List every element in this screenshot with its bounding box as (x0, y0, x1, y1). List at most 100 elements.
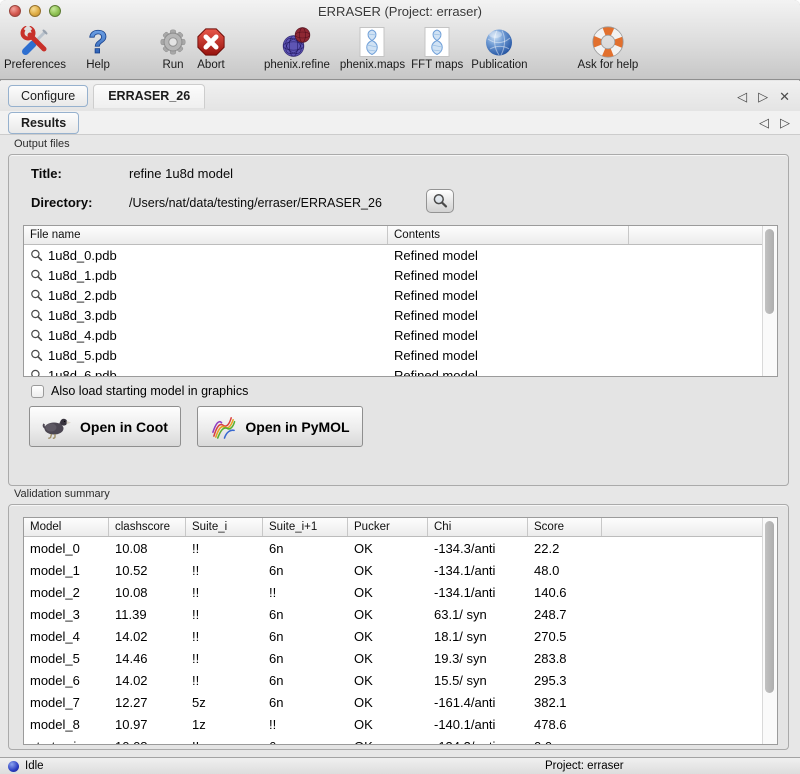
file-row[interactable]: 1u8d_5.pdb Refined model (24, 345, 762, 365)
file-table-scrollbar[interactable] (762, 226, 777, 376)
pucker-cell: OK (348, 717, 428, 732)
suite-i-cell: !! (186, 607, 263, 622)
validation-row[interactable]: model_0 10.08 !! 6n OK -134.3/anti 22.2 (24, 537, 762, 559)
tab-results[interactable]: Results (8, 112, 79, 134)
suite-i-cell: !! (186, 651, 263, 666)
clashscore-cell: 10.08 (109, 541, 186, 556)
file-name: 1u8d_4.pdb (48, 328, 117, 343)
validation-row[interactable]: model_1 10.52 !! 6n OK -134.1/anti 48.0 (24, 559, 762, 581)
toolbar-button-ask-for-help[interactable]: Ask for help (578, 24, 639, 71)
output-files-table-header: File nameContents (24, 226, 777, 245)
load-starting-model-checkbox[interactable] (31, 385, 44, 398)
column-header[interactable]: Suite_i (186, 518, 263, 536)
score-cell: 22.2 (528, 541, 602, 556)
tab-configure[interactable]: Configure (8, 85, 88, 107)
validation-row[interactable]: model_4 14.02 !! 6n OK 18.1/ syn 270.5 (24, 625, 762, 647)
file-row[interactable]: 1u8d_4.pdb Refined model (24, 325, 762, 345)
clashscore-cell: 10.08 (109, 739, 186, 746)
file-name: 1u8d_6.pdb (48, 368, 117, 378)
toolbar-button-phenix-refine[interactable]: phenix.refine (264, 24, 330, 71)
score-cell: 382.1 (528, 695, 602, 710)
validation-row[interactable]: model_8 10.97 1z !! OK -140.1/anti 478.6 (24, 713, 762, 735)
pymol-ribbon-icon (210, 413, 237, 440)
score-cell: 295.3 (528, 673, 602, 688)
toolbar-button-preferences[interactable]: Preferences (4, 24, 66, 71)
validation-row[interactable]: model_5 14.46 !! 6n OK 19.3/ syn 283.8 (24, 647, 762, 669)
validation-row[interactable]: model_2 10.08 !! !! OK -134.1/anti 140.6 (24, 581, 762, 603)
chi-cell: 63.1/ syn (428, 607, 528, 622)
column-header[interactable]: clashscore (109, 518, 186, 536)
suite-i1-cell: 6n (263, 607, 348, 622)
clashscore-cell: 14.02 (109, 673, 186, 688)
file-row[interactable]: 1u8d_2.pdb Refined model (24, 285, 762, 305)
tab-erraser-26[interactable]: ERRASER_26 (93, 84, 205, 109)
sub-tab-next-icon[interactable]: ▷ (780, 116, 790, 129)
toolbar-label: Help (86, 59, 110, 71)
suite-i1-cell: !! (263, 717, 348, 732)
validation-summary-label: Validation summary (14, 488, 110, 500)
toolbar-button-publication[interactable]: Publication (471, 24, 527, 71)
toolbar-label: phenix.refine (264, 59, 330, 71)
validation-row[interactable]: model_6 14.02 !! 6n OK 15.5/ syn 295.3 (24, 669, 762, 691)
toolbar-button-phenix-maps[interactable]: phenix.maps (340, 24, 405, 71)
question-mark-icon: ? (82, 24, 114, 59)
file-contents: Refined model (388, 368, 629, 378)
open-in-coot-button[interactable]: Open in Coot (29, 406, 181, 447)
browse-directory-button[interactable] (426, 189, 454, 213)
chi-cell: -134.1/anti (428, 563, 528, 578)
pucker-cell: OK (348, 673, 428, 688)
file-contents: Refined model (388, 328, 629, 343)
score-cell: 0.0 (528, 739, 602, 746)
validation-table-scrollbar[interactable] (762, 518, 777, 744)
file-row[interactable]: 1u8d_6.pdb Refined model (24, 365, 762, 377)
file-row[interactable]: 1u8d_1.pdb Refined model (24, 265, 762, 285)
pucker-cell: OK (348, 541, 428, 556)
column-header[interactable]: Model (24, 518, 109, 536)
suite-i1-cell: 6n (263, 563, 348, 578)
file-row[interactable]: 1u8d_0.pdb Refined model (24, 245, 762, 265)
toolbar-button-run[interactable]: Run (158, 24, 188, 71)
column-header[interactable]: Contents (388, 226, 629, 244)
validation-row[interactable]: model_3 11.39 !! 6n OK 63.1/ syn 248.7 (24, 603, 762, 625)
output-files-table: File nameContents (23, 225, 778, 377)
column-header[interactable]: Suite_i+1 (263, 518, 348, 536)
tab-next-icon[interactable]: ▷ (758, 90, 768, 103)
validation-row[interactable]: start_min 10.08 !! 6n OK -134.3/anti 0.0 (24, 735, 762, 745)
column-header[interactable]: File name (24, 226, 388, 244)
tab-nav: ◁ ▷ ✕ (737, 90, 790, 103)
magnifier-icon (30, 369, 43, 378)
tab-close-icon[interactable]: ✕ (779, 90, 790, 103)
toolbar-button-help[interactable]: ? Help (82, 24, 114, 71)
score-cell: 283.8 (528, 651, 602, 666)
score-cell: 48.0 (528, 563, 602, 578)
toolbar-button-fft-maps[interactable]: FFT maps (411, 24, 463, 71)
column-header[interactable]: Score (528, 518, 602, 536)
toolbar-button-abort[interactable]: Abort (196, 24, 226, 71)
column-header[interactable] (629, 226, 777, 244)
file-contents: Refined model (388, 348, 629, 363)
magnifier-icon (30, 349, 43, 362)
mesh-spheres-icon (281, 24, 313, 59)
file-row[interactable]: 1u8d_3.pdb Refined model (24, 305, 762, 325)
column-header[interactable] (602, 518, 777, 536)
magnifier-icon (30, 269, 43, 282)
open-in-pymol-button[interactable]: Open in PyMOL (197, 406, 363, 447)
suite-i1-cell: 6n (263, 651, 348, 666)
tab-prev-icon[interactable]: ◁ (737, 90, 747, 103)
scrollbar-thumb[interactable] (765, 521, 774, 693)
column-header[interactable]: Chi (428, 518, 528, 536)
column-header[interactable]: Pucker (348, 518, 428, 536)
pucker-cell: OK (348, 695, 428, 710)
pucker-cell: OK (348, 563, 428, 578)
title-label: Title: (31, 166, 62, 181)
scrollbar-thumb[interactable] (765, 229, 774, 314)
map-mesh-icon (356, 24, 388, 59)
file-name: 1u8d_1.pdb (48, 268, 117, 283)
score-cell: 478.6 (528, 717, 602, 732)
suite-i1-cell: 6n (263, 673, 348, 688)
chi-cell: 19.3/ syn (428, 651, 528, 666)
clashscore-cell: 10.08 (109, 585, 186, 600)
validation-row[interactable]: model_7 12.27 5z 6n OK -161.4/anti 382.1 (24, 691, 762, 713)
file-contents: Refined model (388, 248, 629, 263)
sub-tab-prev-icon[interactable]: ◁ (759, 116, 769, 129)
